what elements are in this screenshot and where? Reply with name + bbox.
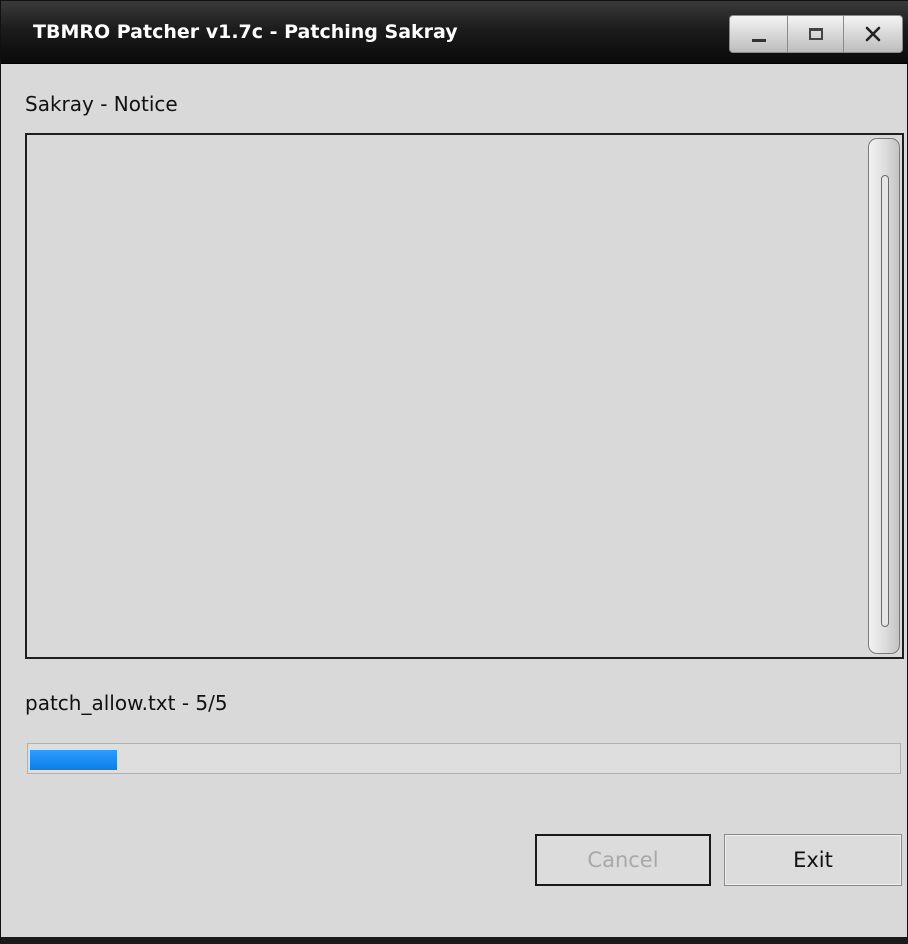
cancel-button[interactable]: Cancel bbox=[535, 834, 711, 886]
minimize-button[interactable] bbox=[730, 16, 788, 52]
patcher-window: TBMRO Patcher v1.7c - Patching Sakray Sa… bbox=[0, 0, 908, 944]
close-icon bbox=[864, 25, 882, 43]
exit-button[interactable]: Exit bbox=[724, 834, 902, 886]
notice-label: Sakray - Notice bbox=[25, 92, 178, 116]
maximize-button[interactable] bbox=[788, 16, 844, 52]
close-button[interactable] bbox=[844, 16, 902, 52]
notice-scrollbar[interactable] bbox=[868, 138, 900, 654]
current-file-status: patch_allow.txt - 5/5 bbox=[25, 691, 228, 715]
minimize-icon bbox=[751, 38, 766, 42]
window-controls bbox=[729, 15, 903, 53]
notice-text-area[interactable] bbox=[25, 133, 904, 659]
maximize-icon bbox=[808, 28, 823, 40]
window-title: TBMRO Patcher v1.7c - Patching Sakray bbox=[33, 21, 458, 43]
title-bar[interactable]: TBMRO Patcher v1.7c - Patching Sakray bbox=[1, 1, 908, 64]
scrollbar-thumb[interactable] bbox=[881, 175, 889, 627]
progress-bar bbox=[27, 743, 901, 774]
progress-bar-fill bbox=[30, 750, 117, 770]
